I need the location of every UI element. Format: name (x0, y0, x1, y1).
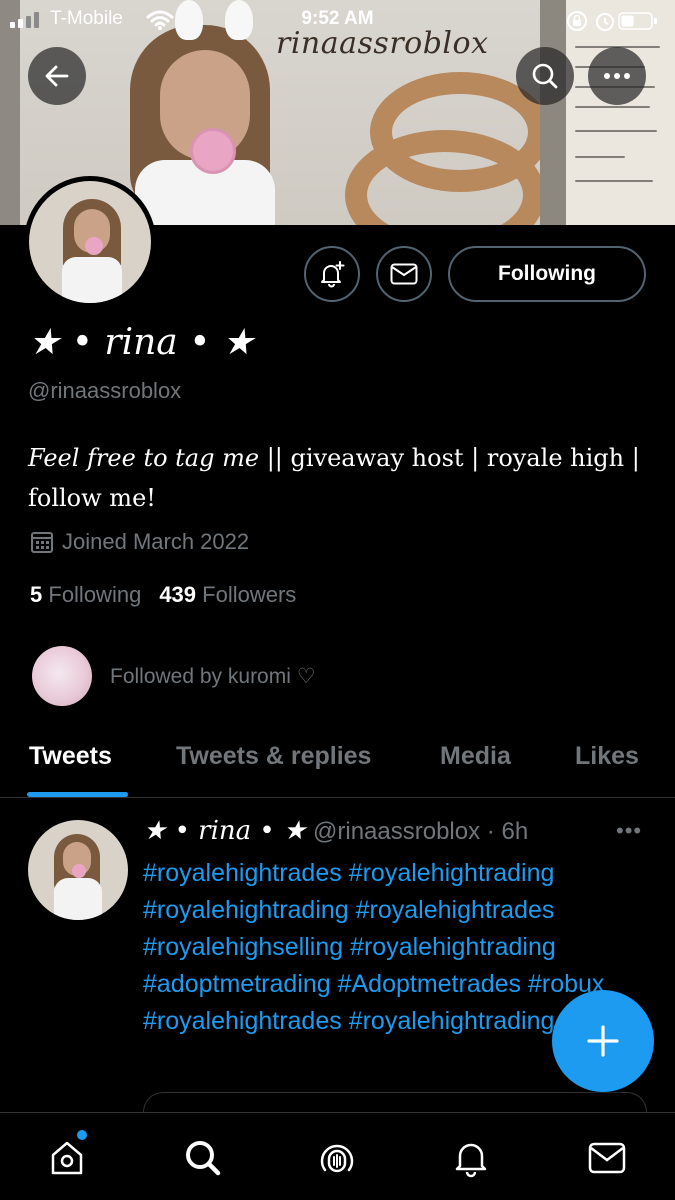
message-button[interactable] (376, 246, 432, 302)
followed-by[interactable]: Followed by kuromi ♡ (32, 646, 316, 706)
nav-search[interactable] (180, 1135, 226, 1181)
profile-bio: Feel free to tag me || giveaway host | r… (28, 438, 648, 518)
arrow-left-icon (45, 65, 69, 87)
joined-date: Joined March 2022 (30, 529, 249, 555)
tweet-more-button[interactable]: ••• (616, 818, 642, 844)
avatar-lollipop (85, 237, 103, 255)
banner-lollipop (190, 128, 236, 174)
tab-media[interactable]: Media (440, 742, 511, 771)
joined-text: Joined March 2022 (62, 529, 250, 554)
tab-tweets[interactable]: Tweets (29, 742, 112, 771)
following-count: 5 (30, 582, 43, 607)
tweet-separator: · (486, 818, 495, 845)
followed-by-text: Followed by kuromi ♡ (110, 664, 316, 688)
banner-letter-line (575, 106, 650, 108)
nav-spaces[interactable] (314, 1135, 360, 1181)
followers-count: 439 (159, 582, 197, 607)
search-button[interactable] (516, 47, 574, 105)
tweet-author-name[interactable]: ★ • rina • ★ (143, 816, 306, 846)
active-tab-indicator (27, 792, 128, 797)
profile-tabs: Tweets Tweets & replies Media Likes (0, 730, 675, 798)
following-button[interactable]: Following (448, 246, 646, 302)
follow-stats: 5 Following 439 Followers (30, 582, 296, 608)
tab-likes[interactable]: Likes (575, 742, 639, 771)
notifications-button[interactable] (304, 246, 360, 302)
following-stat[interactable]: 5 Following (30, 582, 141, 608)
followers-stat[interactable]: 439 Followers (159, 582, 296, 608)
display-name: ★ • rina • ★ (28, 322, 255, 363)
banner-letter-line (575, 156, 625, 158)
mail-icon (588, 1142, 626, 1174)
profile-handle: @rinaassroblox (28, 378, 182, 403)
bell-icon (455, 1143, 487, 1178)
more-horizontal-icon (604, 73, 630, 79)
plus-icon (587, 1025, 619, 1057)
search-icon (186, 1141, 221, 1176)
tab-tweets-replies[interactable]: Tweets & replies (176, 742, 371, 771)
tweet-header: ★ • rina • ★ @rinaassroblox · 6h (143, 816, 528, 846)
profile-avatar[interactable] (24, 176, 156, 308)
nav-home[interactable] (44, 1135, 90, 1181)
battery-icon (618, 12, 657, 30)
banner-letter-line (575, 180, 653, 182)
follower-avatar (32, 646, 92, 706)
nav-messages[interactable] (584, 1135, 630, 1181)
tweet-avatar[interactable] (28, 820, 128, 920)
followers-label: Followers (202, 582, 297, 607)
tweet-time: 6h (501, 818, 529, 845)
more-options-button[interactable] (588, 47, 646, 105)
banner-letter-line (575, 130, 657, 132)
avatar-lollipop (72, 864, 86, 878)
tweet-author-handle[interactable]: @rinaassroblox (313, 818, 480, 845)
avatar-body (62, 257, 122, 303)
search-icon (532, 63, 558, 89)
avatar-body (54, 878, 102, 920)
following-label: Following (48, 582, 142, 607)
bell-plus-icon (321, 261, 345, 288)
spaces-icon (320, 1144, 354, 1173)
bottom-navigation (0, 1112, 675, 1200)
home-icon (51, 1141, 83, 1175)
rotation-lock-icon (567, 11, 587, 31)
calendar-icon (31, 532, 53, 553)
nav-notifications[interactable] (448, 1135, 494, 1181)
compose-tweet-button[interactable] (552, 990, 654, 1092)
alarm-icon (596, 13, 614, 31)
back-button[interactable] (28, 47, 86, 105)
status-bar: T-Mobile 9:52 AM (0, 0, 675, 40)
bio-italic-text: Feel free to tag me (28, 444, 260, 472)
home-notification-dot (77, 1130, 87, 1140)
mail-icon (390, 263, 418, 285)
